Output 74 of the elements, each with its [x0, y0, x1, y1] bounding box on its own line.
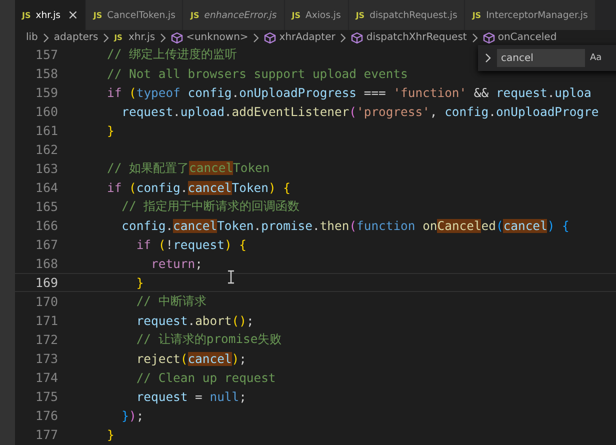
line-number: 173	[34, 351, 58, 366]
breadcrumb-item[interactable]: xhrAdapter	[264, 32, 336, 44]
line-number: 177	[34, 427, 58, 442]
line-number: 176	[34, 408, 58, 423]
text-cursor-icon	[227, 270, 235, 284]
line-number: 164	[34, 180, 58, 195]
breadcrumb-item[interactable]: lib	[26, 32, 38, 43]
code-line: }	[107, 428, 114, 442]
breadcrumb-item[interactable]: dispatchXhrRequest	[351, 32, 467, 44]
line-number: 166	[34, 218, 58, 233]
cube-icon	[482, 32, 495, 44]
editor-tab[interactable]: JS enhanceError.js	[183, 0, 285, 30]
code-line: }	[135, 276, 144, 290]
js-file-icon: JS	[22, 10, 31, 20]
line-number: 169	[34, 275, 58, 290]
chevron-icon	[470, 32, 479, 42]
code-line: // 如果配置了 cancelToken	[107, 160, 270, 177]
chevron-icon	[102, 32, 110, 42]
code-line: }	[107, 124, 114, 138]
code-line: // 绑定上传进度的监听	[107, 46, 238, 63]
chevron-icon	[252, 32, 260, 42]
line-number: 175	[34, 389, 58, 404]
js-file-icon: JS	[93, 10, 102, 20]
line-number: 159	[34, 85, 58, 100]
cube-icon	[171, 32, 184, 44]
code-line: if (config.cancelToken) {	[107, 180, 290, 194]
breadcrumb-item[interactable]: onCanceled	[482, 32, 557, 44]
editor-tab[interactable]: JS dispatchRequest.js	[348, 0, 466, 30]
editor-tab[interactable]: JS InterceptorManager.js	[465, 0, 596, 30]
editor-tab[interactable]: JS CancelToken.js	[86, 0, 184, 30]
line-number: 167	[34, 237, 58, 252]
js-file-icon: JS	[190, 10, 200, 20]
line-number: 158	[34, 66, 58, 81]
chevron-icon	[159, 32, 168, 42]
editor-tab[interactable]: JS xhr.js ×	[15, 0, 86, 30]
cube-icon	[264, 32, 276, 44]
chevron-icon	[42, 32, 50, 42]
code-line: reject(cancel);	[135, 352, 246, 366]
code-line: config.cancelToken.promise.then(function onCanceled(cancel) {	[120, 218, 570, 232]
code-line: // 中断请求	[135, 293, 206, 310]
js-file-icon: JS	[356, 10, 365, 20]
line-number: 170	[34, 294, 58, 309]
breadcrumb-item[interactable]: adapters	[54, 32, 98, 43]
code-line: if (typeof config.onUploadProgress === 'function' && request.uploa	[107, 86, 592, 100]
code-line: return;	[150, 256, 202, 270]
code-line: // 让请求的promise失败	[135, 331, 282, 348]
code-line: request.abort();	[135, 314, 254, 328]
line-number: 165	[34, 199, 58, 214]
line-number: 163	[34, 161, 58, 176]
find-input-field[interactable]: cancel	[497, 49, 585, 67]
code-line: // 指定用于中断请求的回调函数	[120, 198, 300, 215]
line-number: 174	[34, 370, 58, 385]
editor-tab[interactable]: JS Axios.js	[284, 0, 349, 30]
js-file-icon: JS	[472, 10, 482, 20]
match-case-button[interactable]: Aa	[590, 53, 602, 63]
code-line: request = null;	[135, 390, 246, 404]
code-line: if (!request) {	[135, 238, 246, 252]
code-line: // Clean up request	[135, 370, 276, 384]
line-number: 171	[34, 313, 58, 328]
code-line: });	[120, 408, 144, 422]
line-number: 162	[34, 142, 58, 157]
js-file-icon: JS	[292, 10, 300, 20]
chevron-icon	[484, 52, 492, 64]
cube-icon	[351, 32, 364, 44]
line-number: 160	[34, 104, 58, 119]
line-number: 172	[34, 332, 58, 347]
breadcrumb-item[interactable]: <unknown>	[171, 32, 248, 44]
line-number: 161	[34, 123, 58, 138]
line-number: 157	[34, 47, 58, 62]
close-icon[interactable]: ×	[68, 8, 78, 22]
code-line: // Not all browsers support upload events	[107, 66, 408, 80]
code-line: request.upload.addEventListener('progress', config.onUploadProgre	[120, 104, 599, 118]
chevron-icon	[339, 32, 348, 42]
line-number: 168	[34, 256, 58, 271]
